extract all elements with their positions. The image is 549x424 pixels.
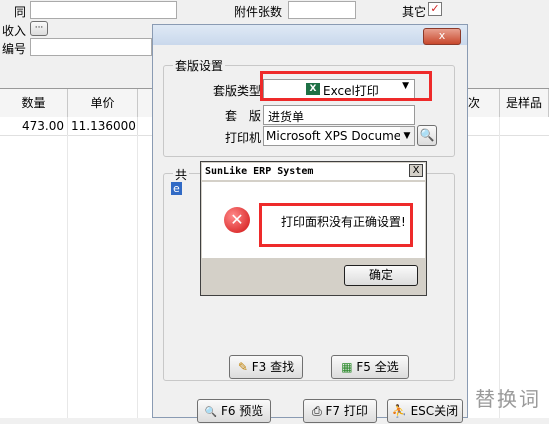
ok-button-label: 确定: [368, 268, 393, 282]
alert-titlebar[interactable]: SunLike ERP System: [202, 163, 425, 180]
col-header-times[interactable]: 次: [468, 89, 500, 117]
dropdown-arrow-icon: ▼: [400, 127, 414, 145]
preview-button-label: F6 预览: [220, 404, 264, 418]
template-value: 进货单: [268, 110, 305, 124]
printer-icon: ⎙: [312, 404, 322, 418]
layout-type-label: 套版类型: [212, 84, 261, 98]
pencil-icon: ✎: [237, 360, 248, 374]
highlight-annotation: [260, 71, 432, 101]
template-label: 套 版: [224, 109, 261, 123]
col-header-price[interactable]: 单价: [68, 89, 138, 117]
grid-col-line: [137, 135, 138, 418]
close-dialog-button[interactable]: ⛹ ESC关闭: [387, 399, 463, 423]
label-income: 收入: [2, 24, 27, 38]
label-other: 其它: [402, 5, 427, 19]
running-man-icon: ⛹: [391, 404, 407, 418]
grid-col-line: [67, 135, 68, 418]
select-all-button-label: F5 全选: [356, 360, 399, 374]
preview-button[interactable]: 🔍 F6 预览: [197, 399, 271, 423]
contract-field[interactable]: [30, 1, 177, 19]
printer-select[interactable]: Microsoft XPS Documer ▼: [263, 126, 415, 146]
print-button[interactable]: ⎙ F7 打印: [303, 399, 377, 423]
other-checkbox[interactable]: ✓: [428, 2, 442, 16]
cell-price[interactable]: 11.136000: [68, 117, 138, 135]
close-icon: X: [412, 165, 420, 176]
label-code: 编号: [2, 42, 27, 56]
col-header-sample[interactable]: 是样品: [500, 89, 549, 117]
dialog-close-button[interactable]: x: [423, 28, 461, 45]
label-contract: 同: [14, 5, 27, 19]
template-field[interactable]: 进货单: [263, 105, 415, 125]
layout-settings-title: 套版设置: [173, 57, 226, 74]
grid-col-line: [499, 117, 500, 418]
magnifier-icon: 🔍: [419, 128, 435, 142]
alert-ok-button[interactable]: 确定: [344, 265, 418, 286]
close-dialog-button-label: ESC关闭: [410, 404, 459, 418]
close-icon: x: [438, 29, 446, 42]
alert-body: ✕ 打印面积没有正确设置!: [202, 182, 425, 258]
label-attachments: 附件张数: [234, 5, 283, 19]
check-icon: ✓: [430, 2, 440, 15]
magnifier-icon: 🔍: [204, 407, 218, 418]
error-icon: ✕: [224, 207, 250, 233]
find-button-label: F3 查找: [251, 360, 295, 374]
code-field[interactable]: [30, 38, 152, 56]
select-all-button[interactable]: ▦ F5 全选: [331, 355, 409, 379]
find-button[interactable]: ✎ F3 查找: [229, 355, 303, 379]
printer-label: 打印机: [224, 131, 261, 145]
print-button-label: F7 打印: [325, 404, 368, 418]
cell-qty[interactable]: 473.00: [0, 117, 68, 135]
alert-message: 打印面积没有正确设置!: [281, 215, 406, 229]
alert-close-button[interactable]: X: [409, 164, 423, 177]
income-lookup-button[interactable]: ···: [30, 21, 48, 36]
watermark: 替换词: [475, 387, 541, 411]
error-alert-dialog: SunLike ERP System X ✕ 打印面积没有正确设置! 确定: [200, 161, 427, 296]
printer-search-button[interactable]: 🔍: [417, 125, 437, 146]
list-item[interactable]: e: [171, 182, 182, 195]
col-header-qty[interactable]: 数量: [0, 89, 68, 117]
attachments-field[interactable]: [288, 1, 356, 19]
dialog-titlebar[interactable]: [153, 25, 467, 45]
select-all-icon: ▦: [341, 360, 353, 374]
alert-title: SunLike ERP System: [205, 166, 314, 177]
printer-value: Microsoft XPS Documer: [266, 129, 407, 143]
